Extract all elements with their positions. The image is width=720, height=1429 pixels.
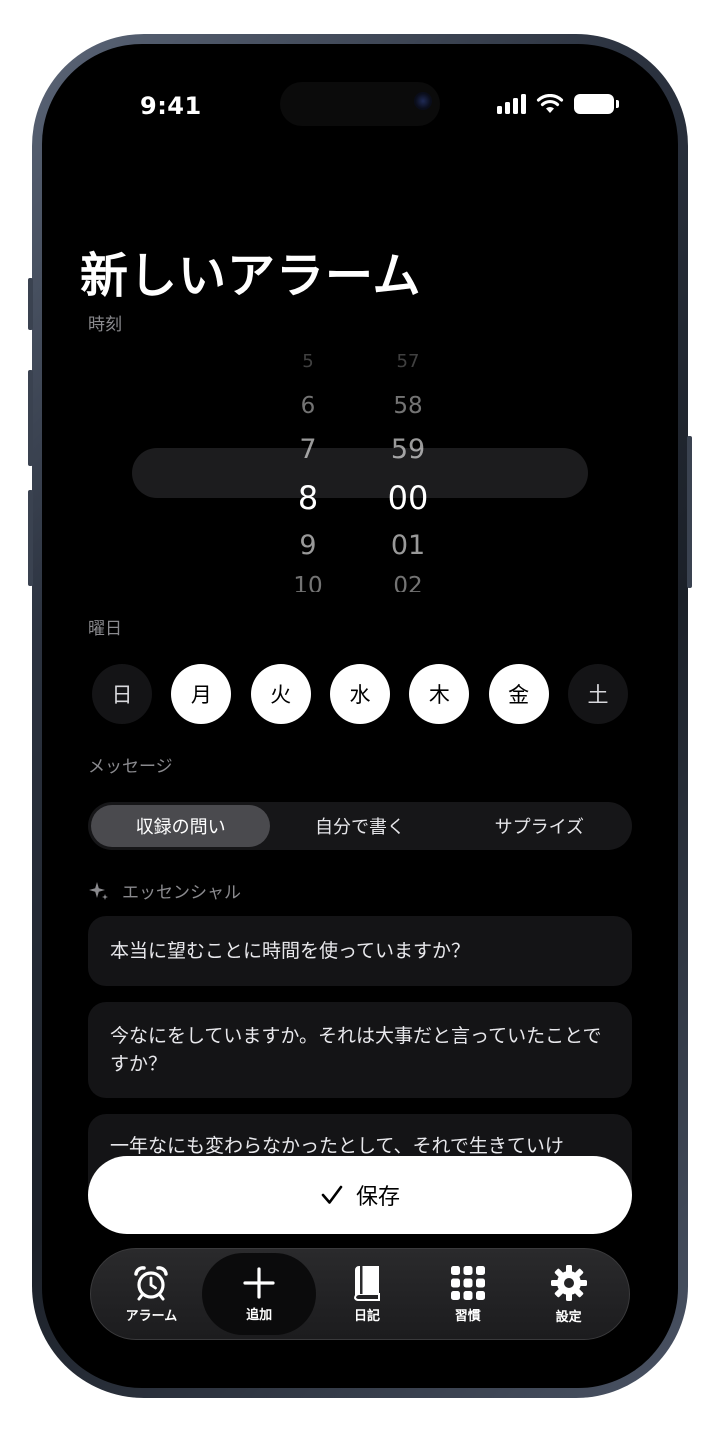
- volume-up-button: [28, 370, 33, 466]
- segment-option[interactable]: サプライズ: [450, 805, 629, 847]
- gear-icon: [550, 1264, 587, 1301]
- category-label: エッセンシャル: [122, 883, 241, 903]
- tab-label: 習慣: [454, 1308, 481, 1324]
- sparkle-icon: [89, 881, 108, 900]
- battery-icon: [574, 94, 619, 114]
- message-section-label: メッセージ: [88, 757, 173, 777]
- picker-value: 58: [393, 393, 423, 419]
- save-button-label: 保存: [355, 1185, 400, 1210]
- picker-value: 7: [299, 434, 317, 465]
- tab-habits[interactable]: 習慣: [418, 1253, 518, 1335]
- tab-label: アラーム: [125, 1308, 178, 1324]
- day-toggle[interactable]: 火: [250, 664, 311, 724]
- picker-value: 59: [390, 434, 426, 465]
- minute-picker[interactable]: 57585900010203: [368, 348, 448, 592]
- day-toggle[interactable]: 土: [567, 664, 628, 724]
- power-button: [687, 436, 692, 588]
- tab-alarm[interactable]: アラーム: [101, 1253, 201, 1335]
- picker-value: 6: [300, 393, 316, 419]
- volume-down-button: [28, 490, 33, 586]
- day-toggle[interactable]: 金: [488, 664, 549, 724]
- category-header: エッセンシャル: [88, 878, 241, 903]
- picker-value: 01: [390, 530, 426, 561]
- save-button[interactable]: 保存: [88, 1156, 632, 1234]
- picker-selection-highlight: [132, 448, 588, 498]
- tab-label: 追加: [246, 1307, 273, 1323]
- tab-bar: アラーム 追加 日記 習慣 設定: [90, 1248, 630, 1340]
- tab-diary[interactable]: 日記: [317, 1253, 417, 1335]
- action-button: [28, 278, 33, 330]
- day-toggle[interactable]: 木: [409, 664, 470, 724]
- status-time: 9:41: [140, 92, 202, 120]
- page-title: 新しいアラーム: [80, 248, 422, 304]
- picker-value: 10: [293, 573, 323, 592]
- days-section-label: 曜日: [88, 619, 122, 639]
- time-section-label: 時刻: [88, 315, 122, 335]
- picker-value: 02: [393, 573, 423, 592]
- tab-label: 日記: [353, 1308, 380, 1324]
- alarm-clock-icon: [134, 1265, 169, 1300]
- screen: 9:41 新しいアラーム 時刻 567891011 57585900010203…: [42, 44, 678, 1388]
- picker-value: 57: [396, 351, 420, 372]
- plus-icon: [243, 1266, 275, 1299]
- question-text: 本当に望むことに時間を使っていますか？: [110, 940, 471, 962]
- picker-value: 8: [297, 479, 319, 517]
- question-text: 今なにをしていますか。それは大事だと言っていたことですか？: [110, 1025, 602, 1075]
- cellular-signal-icon: [497, 94, 526, 114]
- day-toggle[interactable]: 日: [92, 664, 152, 724]
- tab-label: 設定: [555, 1309, 582, 1325]
- day-toggle[interactable]: 月: [171, 664, 232, 724]
- question-card[interactable]: 本当に望むことに時間を使っていますか？: [88, 916, 632, 986]
- camera-icon: [414, 92, 432, 110]
- picker-value: 5: [302, 351, 314, 372]
- status-icons: [497, 94, 619, 114]
- hour-picker[interactable]: 567891011: [268, 348, 348, 592]
- picker-value: 00: [387, 479, 429, 517]
- book-icon: [353, 1265, 380, 1301]
- picker-value: 9: [299, 530, 317, 561]
- segment-option[interactable]: 収録の問い: [91, 805, 271, 847]
- question-card[interactable]: 今なにをしていますか。それは大事だと言っていたことですか？: [88, 1002, 632, 1098]
- day-toggle[interactable]: 水: [329, 664, 390, 724]
- wifi-icon: [536, 94, 564, 113]
- checkmark-icon: [321, 1185, 343, 1204]
- days-row: 日月火水木金土: [92, 664, 628, 724]
- message-segmented-control: 収録の問い 自分で書く サプライズ: [88, 802, 632, 850]
- segment-option[interactable]: 自分で書く: [270, 805, 449, 847]
- tab-settings[interactable]: 設定: [519, 1253, 619, 1335]
- tab-add[interactable]: 追加: [202, 1253, 317, 1335]
- grid-icon: [450, 1265, 485, 1300]
